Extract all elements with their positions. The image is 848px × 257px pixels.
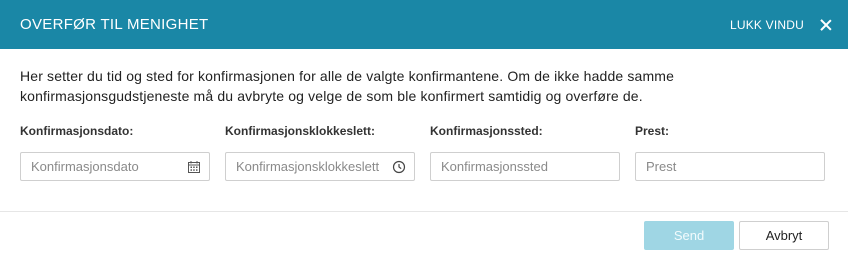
close-window-button[interactable]: LUKK VINDU [730,18,832,32]
confirmation-place-label: Konfirmasjonssted: [430,124,543,138]
calendar-icon[interactable] [187,160,201,174]
modal-body: Her setter du tid og sted for konfirmasj… [0,49,848,181]
confirmation-place-input-wrap[interactable] [430,152,620,181]
close-window-label[interactable]: LUKK VINDU [730,18,804,32]
confirmation-time-label: Konfirmasjonsklokkeslett: [225,124,376,138]
form-fields: Konfirmasjonsdato: Konfirmasjonsdato Kon… [20,124,828,181]
confirmation-time-input[interactable] [236,159,388,174]
cancel-button[interactable]: Avbryt [739,221,829,250]
priest-field: Prest: [635,124,825,181]
close-icon[interactable] [820,19,832,31]
footer-divider [0,211,848,212]
send-button[interactable]: Send [644,221,734,250]
priest-input[interactable] [646,159,816,174]
confirmation-time-field: Konfirmasjonsklokkeslett: [225,124,415,181]
confirmation-date-input[interactable] [31,159,183,174]
confirmation-date-input-wrap[interactable] [20,152,210,181]
modal-description: Her setter du tid og sted for konfirmasj… [20,68,675,104]
confirmation-date-label: Konfirmasjonsdato: [20,124,134,138]
priest-input-wrap[interactable] [635,152,825,181]
confirmation-time-input-wrap[interactable] [225,152,415,181]
modal-title: OVERFØR TIL MENIGHET [20,16,209,33]
transfer-modal: OVERFØR TIL MENIGHET LUKK VINDU Her sett… [0,0,848,257]
confirmation-date-field: Konfirmasjonsdato: [20,124,210,181]
modal-footer: Send Avbryt [644,221,829,250]
confirmation-place-input[interactable] [441,159,611,174]
priest-label: Prest: [635,124,670,138]
modal-header: OVERFØR TIL MENIGHET LUKK VINDU [0,0,848,49]
clock-icon[interactable] [392,160,406,174]
confirmation-place-field: Konfirmasjonssted: [430,124,620,181]
